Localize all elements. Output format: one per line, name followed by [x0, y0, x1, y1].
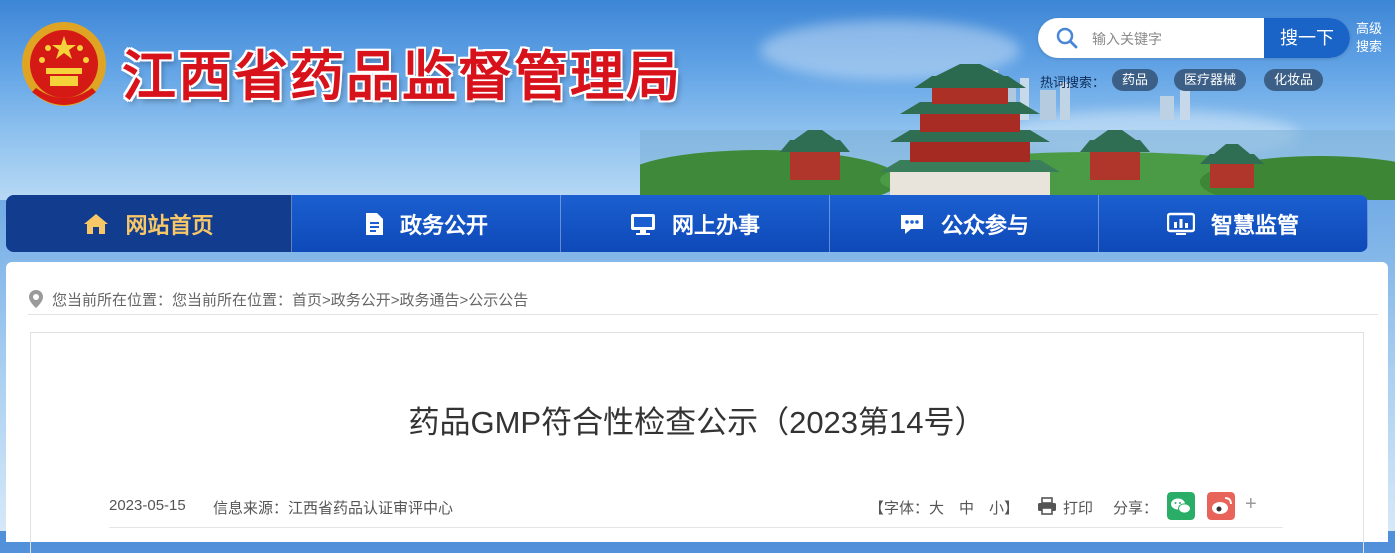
breadcrumb-prefix: 您当前所在位置： [52, 291, 173, 309]
document-icon [365, 212, 383, 235]
monitor-icon [630, 213, 655, 235]
weibo-share-icon[interactable] [1207, 492, 1235, 520]
content-panel: 您当前所在位置： 您当前所在位置：首页>政务公开>政务通告>公示公告 药品GMP… [6, 262, 1388, 553]
print-link[interactable]: 打印 [1063, 497, 1093, 518]
nav-item-home[interactable]: 网站首页 [6, 195, 292, 252]
article-container: 药品GMP符合性检查公示（2023第14号） 2023-05-15 信息来源：江… [30, 332, 1364, 553]
search-icon [1056, 27, 1078, 49]
nav-item-label: 公众参与 [940, 212, 1029, 238]
nav-item-online-services[interactable]: 网上办事 [561, 195, 830, 252]
site-title: 江西省药品监督管理局 [122, 47, 682, 107]
info-source: 信息来源：江西省药品认证审评中心 [213, 500, 454, 517]
font-size-controls[interactable]: 【字体：大 中 小】 [869, 497, 1019, 518]
national-emblem [22, 22, 106, 106]
article-title: 药品GMP符合性检查公示（2023第14号） [408, 405, 986, 440]
search-input[interactable] [1090, 26, 1264, 52]
main-nav: 网站首页 政务公开 网上办事 公众参与 智慧监管 [6, 195, 1368, 252]
header-banner: 江西省药品监督管理局 搜一下 高级搜索 热词搜索： 药品 医疗器械 化妆品 [0, 0, 1395, 200]
more-share-button[interactable]: + [1245, 493, 1257, 516]
hot-tag-medical-devices[interactable]: 医疗器械 [1174, 69, 1247, 91]
share-label: 分享： [1113, 500, 1159, 517]
nav-item-label: 智慧监管 [1210, 212, 1299, 238]
nav-item-label: 政务公开 [399, 212, 488, 238]
home-icon [84, 213, 109, 234]
wechat-share-icon[interactable] [1167, 492, 1195, 520]
nav-item-government-affairs[interactable]: 政务公开 [292, 195, 561, 252]
advanced-search-link[interactable]: 高级搜索 [1356, 20, 1388, 56]
dashboard-icon [1166, 212, 1195, 235]
nav-item-label: 网站首页 [125, 212, 214, 238]
hot-tag-cosmetics[interactable]: 化妆品 [1264, 69, 1324, 91]
breadcrumb: 您当前所在位置： 您当前所在位置：首页>政务公开>政务通告>公示公告 [28, 284, 1378, 315]
search-button[interactable]: 搜一下 [1264, 18, 1350, 58]
print-icon[interactable] [1037, 497, 1057, 515]
location-pin-icon [29, 290, 43, 308]
breadcrumb-path[interactable]: 您当前所在位置：首页>政务公开>政务通告>公示公告 [172, 289, 528, 310]
chat-icon [900, 214, 923, 234]
article-meta: 2023-05-15 信息来源：江西省药品认证审评中心 【字体：大 中 小】 打… [109, 487, 1283, 528]
nav-item-public-participation[interactable]: 公众参与 [830, 195, 1099, 252]
hot-search-label: 热词搜索： [1040, 75, 1106, 90]
hot-tag-drugs[interactable]: 药品 [1112, 69, 1159, 91]
nav-item-smart-supervision[interactable]: 智慧监管 [1099, 195, 1368, 252]
publish-date: 2023-05-15 [109, 497, 186, 514]
nav-item-label: 网上办事 [671, 212, 760, 238]
